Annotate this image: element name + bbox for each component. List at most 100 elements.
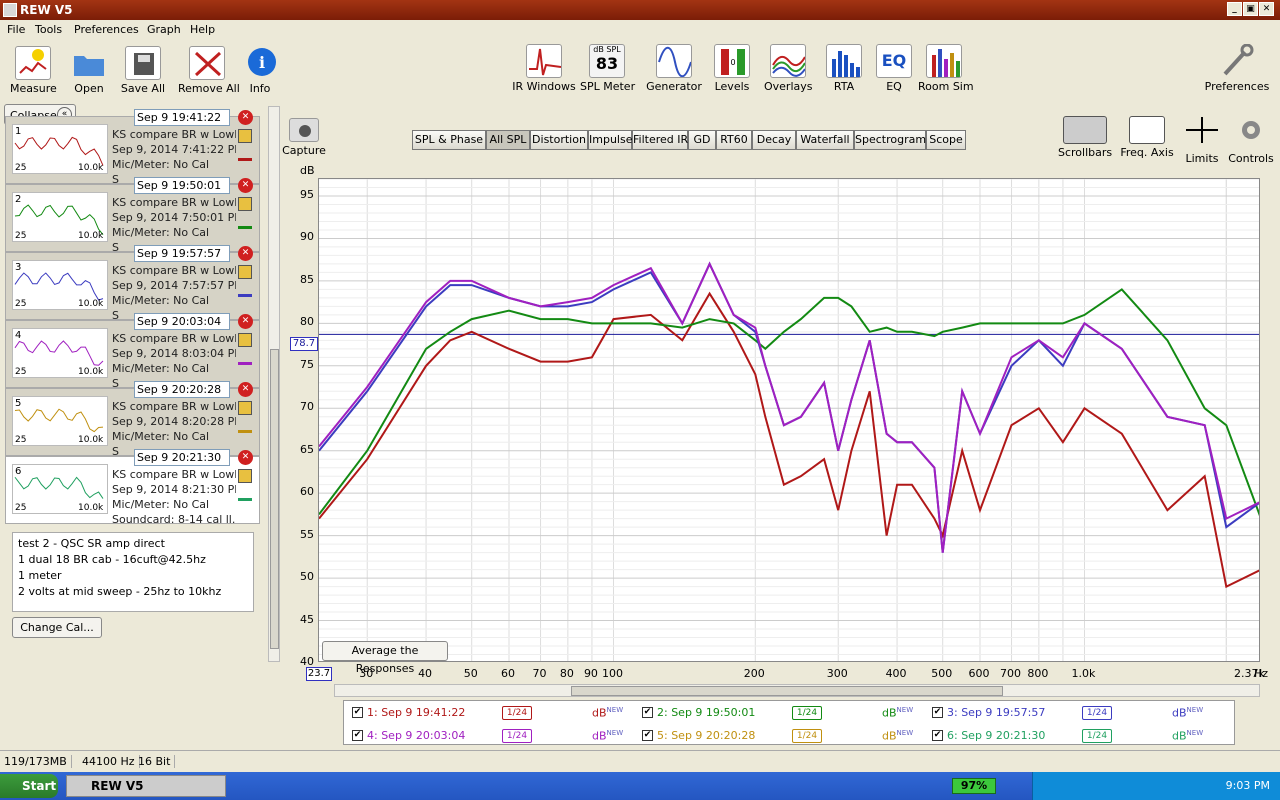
tab-scope[interactable]: Scope <box>926 130 966 150</box>
generator-button[interactable]: Generator <box>646 44 702 93</box>
tab-decay[interactable]: Decay <box>752 130 796 150</box>
db-offset-label[interactable]: dBNEW <box>592 706 623 720</box>
smoothing-button[interactable]: 1/24 <box>792 729 822 743</box>
measurement-card[interactable]: 4 25 10.0k Sep 9 20:03:04 ✕ KS compare BR w L… <box>5 313 260 390</box>
tab-spl-phase[interactable]: SPL & Phase <box>412 130 486 150</box>
remove-measurement-icon[interactable]: ✕ <box>238 178 253 193</box>
smoothing-button[interactable]: 1/24 <box>792 706 822 720</box>
tab-rt60[interactable]: RT60 <box>716 130 752 150</box>
db-offset-label[interactable]: dBNEW <box>592 729 623 743</box>
menu-graph[interactable]: Graph <box>147 23 181 36</box>
measurement-card[interactable]: 6 25 10.0k Sep 9 20:21:30 ✕ KS compare BR w L… <box>5 449 260 526</box>
open-button[interactable]: Open <box>70 46 108 95</box>
measurement-info-icon[interactable] <box>238 197 252 211</box>
minimize-button[interactable]: _ <box>1227 2 1242 16</box>
tab-waterfall[interactable]: Waterfall <box>796 130 854 150</box>
trace-color-icon[interactable] <box>238 351 252 365</box>
tab-all-spl[interactable]: All SPL <box>486 130 530 150</box>
thumbnail-trace <box>14 136 104 166</box>
menu-help[interactable]: Help <box>190 23 215 36</box>
freq-axis-button[interactable]: Freq. Axis <box>1118 116 1176 159</box>
menu-tools[interactable]: Tools <box>35 23 62 36</box>
limits-button[interactable]: Limits <box>1182 116 1222 165</box>
cursor-value[interactable]: 78.7 <box>290 337 318 351</box>
change-cal-button[interactable]: Change Cal... <box>12 617 102 638</box>
scrollbar-thumb[interactable] <box>270 349 279 649</box>
measurement-date-field[interactable]: Sep 9 20:03:04 <box>134 313 230 330</box>
measurement-info-icon[interactable] <box>238 469 252 483</box>
legend-checkbox[interactable]: ✔ <box>932 707 943 718</box>
remove-measurement-icon[interactable]: ✕ <box>238 314 253 329</box>
eq-button[interactable]: EQ EQ <box>876 44 912 93</box>
db-offset-label[interactable]: dBNEW <box>882 706 913 720</box>
graph-scrollbar[interactable] <box>334 684 1260 697</box>
save-all-button[interactable]: Save All <box>120 46 166 95</box>
rta-button[interactable]: RTA <box>826 44 862 93</box>
measurement-notes[interactable]: test 2 - QSC SR amp direct 1 dual 18 BR … <box>12 532 254 612</box>
remove-all-button[interactable]: Remove All <box>178 46 240 95</box>
levels-button[interactable]: 0 Levels <box>712 44 752 93</box>
room-sim-button[interactable]: Room Sim <box>918 44 974 93</box>
db-offset-label[interactable]: dBNEW <box>1172 729 1203 743</box>
tab-spectrogram[interactable]: Spectrogram <box>854 130 926 150</box>
measurement-date-field[interactable]: Sep 9 19:50:01 <box>134 177 230 194</box>
menu-preferences[interactable]: Preferences <box>74 23 139 36</box>
y-tick-label: 70 <box>300 400 314 414</box>
measurement-date-field[interactable]: Sep 9 19:41:22 <box>134 109 230 126</box>
remove-measurement-icon[interactable]: ✕ <box>238 382 253 397</box>
preferences-button[interactable]: Preferences <box>1204 44 1270 93</box>
measurement-card[interactable]: 2 25 10.0k Sep 9 19:50:01 ✕ KS compare BR w L… <box>5 177 260 254</box>
smoothing-button[interactable]: 1/24 <box>502 729 532 743</box>
smoothing-button[interactable]: 1/24 <box>1082 729 1112 743</box>
tab-impulse[interactable]: Impulse <box>588 130 632 150</box>
trace-color-icon[interactable] <box>238 215 252 229</box>
measurement-date-field[interactable]: Sep 9 20:20:28 <box>134 381 230 398</box>
tab-gd[interactable]: GD <box>688 130 716 150</box>
info-button[interactable]: i Info <box>244 46 276 95</box>
trace-color-icon[interactable] <box>238 487 252 501</box>
measurement-date-field[interactable]: Sep 9 19:57:57 <box>134 245 230 262</box>
legend-checkbox[interactable]: ✔ <box>932 730 943 741</box>
overlays-button[interactable]: Overlays <box>764 44 813 93</box>
measurement-card[interactable]: 1 25 10.0k Sep 9 19:41:22 ✕ KS compare BR w L… <box>5 109 260 186</box>
taskbar-window-rew[interactable]: REW V5 <box>66 775 226 797</box>
measurement-scrollbar[interactable] <box>268 106 280 662</box>
start-button[interactable]: Start <box>0 774 58 798</box>
smoothing-button[interactable]: 1/24 <box>502 706 532 720</box>
tab-filtered-ir[interactable]: Filtered IR <box>632 130 688 150</box>
average-responses-button[interactable]: Average the Responses <box>322 641 448 675</box>
remove-measurement-icon[interactable]: ✕ <box>238 110 253 125</box>
remove-measurement-icon[interactable]: ✕ <box>238 450 253 465</box>
trace-color-icon[interactable] <box>238 419 252 433</box>
ir-windows-button[interactable]: IR Windows <box>512 44 576 93</box>
smoothing-button[interactable]: 1/24 <box>1082 706 1112 720</box>
trace-color-icon[interactable] <box>238 283 252 297</box>
tab-distortion[interactable]: Distortion <box>530 130 588 150</box>
menu-file[interactable]: File <box>7 23 25 36</box>
x-start-input[interactable]: 23.7 <box>306 667 332 681</box>
legend-checkbox[interactable]: ✔ <box>352 707 363 718</box>
measurement-info-icon[interactable] <box>238 333 252 347</box>
legend-checkbox[interactable]: ✔ <box>642 730 653 741</box>
close-button[interactable]: ✕ <box>1259 2 1274 16</box>
maximize-button[interactable]: ▣ <box>1243 2 1258 16</box>
spl-meter-button[interactable]: dB SPL 83 SPL Meter <box>580 44 635 93</box>
measurement-card[interactable]: 5 25 10.0k Sep 9 20:20:28 ✕ KS compare BR w L… <box>5 381 260 458</box>
legend-checkbox[interactable]: ✔ <box>352 730 363 741</box>
measurement-info-icon[interactable] <box>238 129 252 143</box>
scrollbar-thumb[interactable] <box>571 686 1003 696</box>
scrollbars-button[interactable]: Scrollbars <box>1058 116 1112 159</box>
capture-button[interactable]: Capture <box>282 118 326 157</box>
measurement-card[interactable]: 3 25 10.0k Sep 9 19:57:57 ✕ KS compare BR w L… <box>5 245 260 322</box>
remove-measurement-icon[interactable]: ✕ <box>238 246 253 261</box>
trace-color-icon[interactable] <box>238 147 252 161</box>
measurement-date-field[interactable]: Sep 9 20:21:30 <box>134 449 230 466</box>
measure-button[interactable]: Measure <box>10 46 57 95</box>
spl-graph[interactable] <box>318 178 1260 662</box>
controls-button[interactable]: Controls <box>1228 116 1274 165</box>
legend-checkbox[interactable]: ✔ <box>642 707 653 718</box>
measurement-info-icon[interactable] <box>238 265 252 279</box>
db-offset-label[interactable]: dBNEW <box>882 729 913 743</box>
measurement-info-icon[interactable] <box>238 401 252 415</box>
db-offset-label[interactable]: dBNEW <box>1172 706 1203 720</box>
